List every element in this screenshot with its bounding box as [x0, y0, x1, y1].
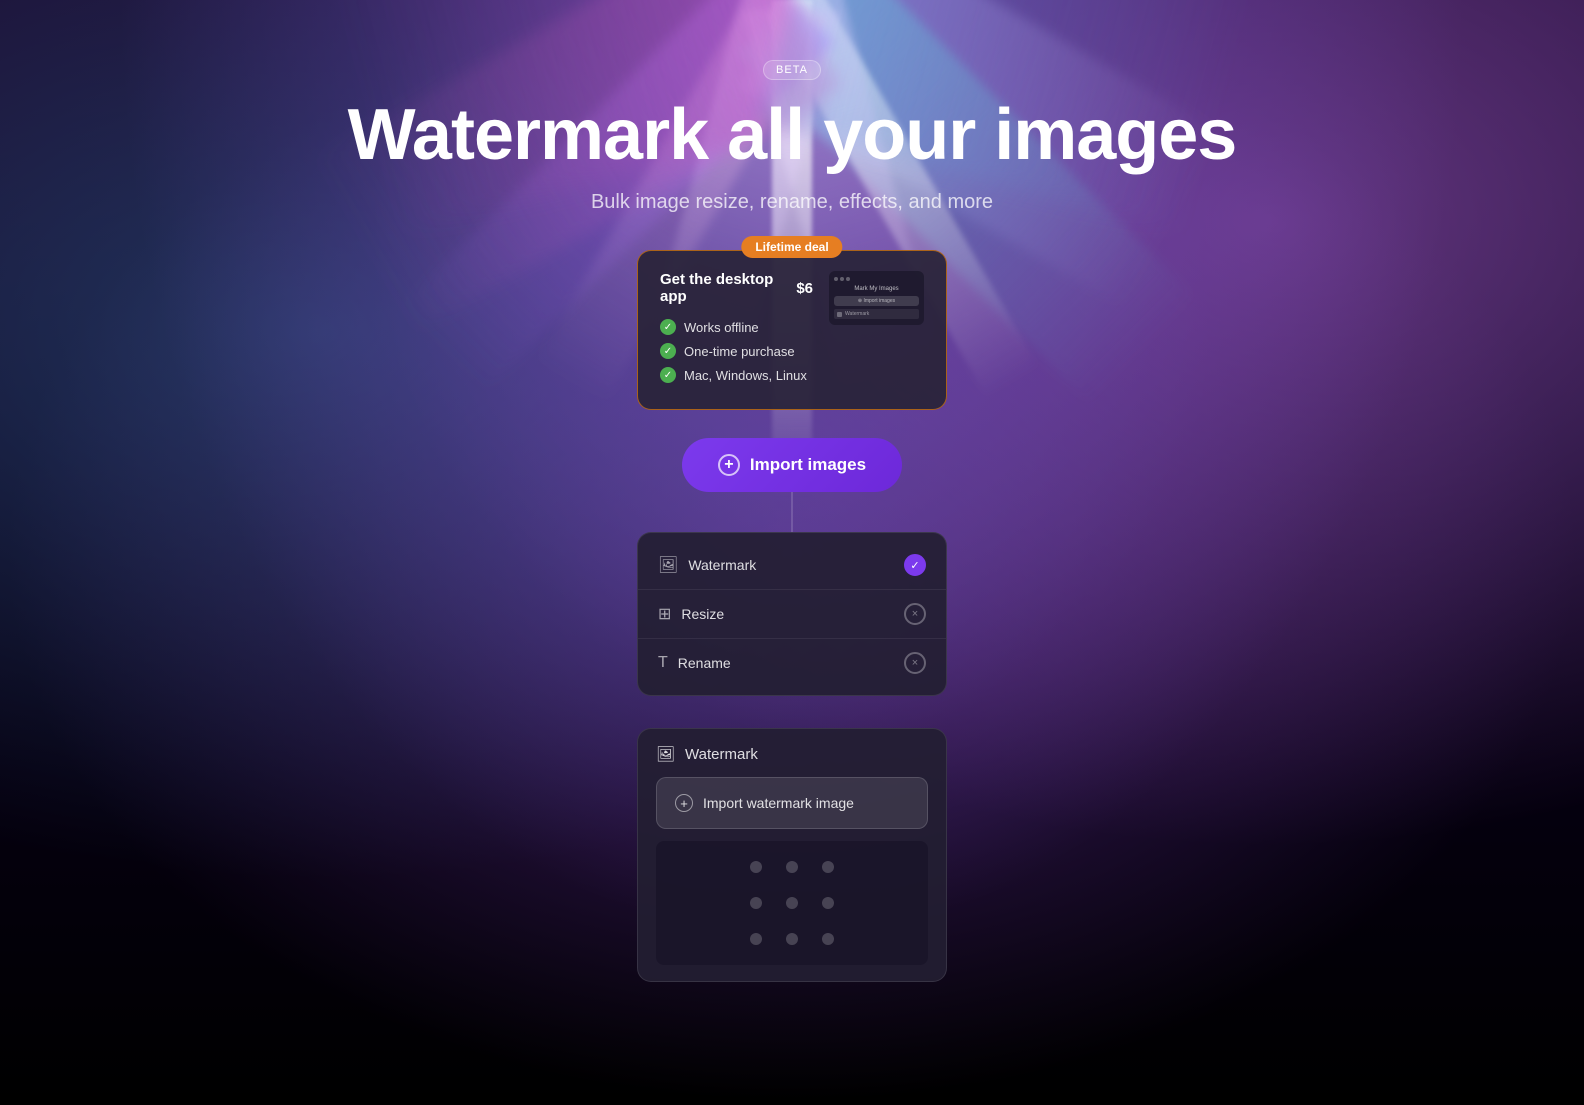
option-resize-left: ⊞ Resize	[658, 604, 724, 624]
option-watermark[interactable]: 🖼 Watermark ✓	[638, 541, 946, 590]
page-content: BETA Watermark all your images Bulk imag…	[0, 0, 1584, 982]
grid-pos-2[interactable]	[786, 861, 798, 873]
watermark-section-header: 🖼 Watermark	[656, 745, 928, 763]
app-preview: Mark My Images ⊕ Import images Watermark	[829, 271, 924, 325]
option-rename-label: Rename	[678, 655, 731, 671]
option-resize[interactable]: ⊞ Resize ×	[638, 590, 946, 639]
rename-icon: T	[658, 654, 668, 672]
import-watermark-label: Import watermark image	[703, 795, 854, 811]
grid-pos-1[interactable]	[750, 861, 762, 873]
subtitle: Bulk image resize, rename, effects, and …	[591, 191, 993, 214]
plus-circle-icon: +	[718, 454, 740, 476]
app-card-wrapper: Lifetime deal Get the desktop app $6 ✓ W…	[637, 250, 947, 410]
position-grid-container	[656, 841, 928, 965]
option-rename-left: T Rename	[658, 654, 731, 672]
preview-title: Mark My Images	[834, 286, 919, 292]
app-card-info: Get the desktop app $6 ✓ Works offline ✓…	[660, 271, 813, 391]
app-card: Get the desktop app $6 ✓ Works offline ✓…	[637, 250, 947, 410]
check-icon-3: ✓	[660, 367, 676, 383]
check-icon-2: ✓	[660, 343, 676, 359]
app-feature-2: ✓ One-time purchase	[660, 343, 813, 359]
app-card-title: Get the desktop app	[660, 271, 796, 305]
option-rename[interactable]: T Rename ×	[638, 639, 946, 687]
check-icon-1: ✓	[660, 319, 676, 335]
option-resize-label: Resize	[681, 606, 724, 622]
preview-import-btn: ⊕ Import images	[834, 296, 919, 306]
grid-pos-7[interactable]	[750, 933, 762, 945]
option-watermark-toggle[interactable]: ✓	[904, 554, 926, 576]
connector-line	[791, 492, 793, 532]
app-card-header: Get the desktop app $6	[660, 271, 813, 305]
options-panel: 🖼 Watermark ✓ ⊞ Resize × T Rename ×	[637, 532, 947, 696]
watermark-icon: 🖼	[658, 555, 678, 575]
lifetime-badge: Lifetime deal	[741, 236, 842, 258]
option-resize-toggle[interactable]: ×	[904, 603, 926, 625]
position-grid	[742, 853, 842, 953]
import-watermark-plus-icon: +	[675, 794, 693, 812]
grid-pos-6[interactable]	[822, 897, 834, 909]
option-rename-toggle[interactable]: ×	[904, 652, 926, 674]
grid-pos-8[interactable]	[786, 933, 798, 945]
import-images-label: Import images	[750, 455, 866, 475]
option-watermark-label: Watermark	[688, 557, 756, 573]
watermark-section-icon: 🖼	[656, 745, 675, 763]
app-feature-3: ✓ Mac, Windows, Linux	[660, 367, 813, 383]
app-feature-1: ✓ Works offline	[660, 319, 813, 335]
grid-pos-4[interactable]	[750, 897, 762, 909]
app-card-price: $6	[796, 280, 813, 297]
import-watermark-button[interactable]: + Import watermark image	[656, 777, 928, 829]
watermark-section: 🖼 Watermark + Import watermark image	[637, 728, 947, 982]
main-title: Watermark all your images	[348, 96, 1237, 175]
watermark-section-title: Watermark	[685, 746, 758, 763]
grid-pos-3[interactable]	[822, 861, 834, 873]
preview-top-bar	[834, 277, 919, 281]
grid-pos-9[interactable]	[822, 933, 834, 945]
beta-badge: BETA	[763, 60, 821, 80]
option-watermark-left: 🖼 Watermark	[658, 555, 756, 575]
import-images-button[interactable]: + Import images	[682, 438, 902, 492]
preview-watermark-row: Watermark	[834, 309, 919, 319]
grid-pos-5[interactable]	[786, 897, 798, 909]
resize-icon: ⊞	[658, 604, 671, 624]
